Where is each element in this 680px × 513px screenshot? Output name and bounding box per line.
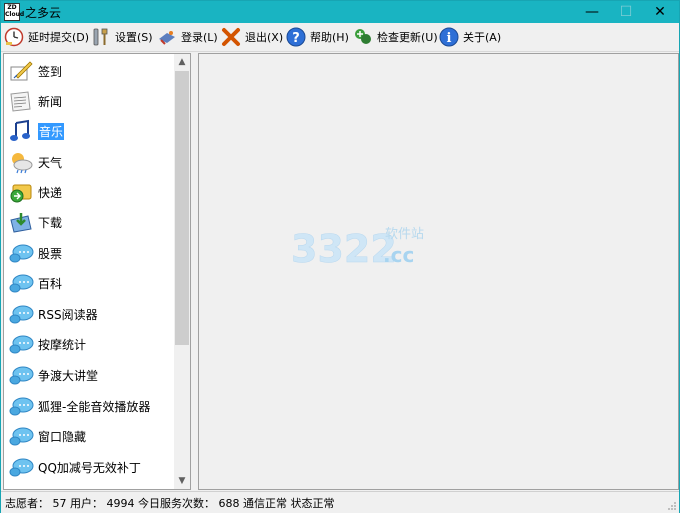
music-icon	[10, 119, 30, 141]
item-label: 窗口隐藏	[38, 429, 87, 444]
clock-icon	[4, 27, 24, 47]
delay-submit-button[interactable]: 延时提交(D)	[4, 26, 89, 48]
item-label: RSS阅读器	[38, 307, 98, 322]
plugin-icon	[9, 458, 34, 477]
plugin-icon	[9, 305, 34, 324]
list-item[interactable]: 快递	[8, 177, 62, 207]
plugin-icon	[9, 366, 34, 385]
news-icon	[10, 91, 31, 112]
svg-text:i: i	[447, 31, 452, 46]
update-icon	[355, 29, 371, 44]
info-icon: i	[439, 27, 459, 47]
plugin-icon	[9, 274, 34, 293]
watermark-logo: 3322 .cc 软件站	[291, 227, 424, 270]
app-window: ZD Cloud 之多云 — ☐ ✕ 延时提交(D) 设置(S) 登录(L) 退…	[0, 0, 680, 513]
item-label: 新闻	[38, 94, 63, 109]
item-label: 百科	[38, 276, 63, 291]
list-item[interactable]: 窗口隐藏	[8, 421, 86, 451]
list-item[interactable]: RSS阅读器	[8, 299, 98, 329]
list-item[interactable]: 争渡大讲堂	[8, 360, 98, 390]
delay-submit-label: 延时提交(D)	[28, 31, 90, 44]
item-label: 快递	[38, 185, 63, 200]
app-logo-line-2: Cloud	[5, 11, 25, 18]
about-label: 关于(A)	[463, 31, 502, 44]
toolbar: 延时提交(D) 设置(S) 登录(L) 退出(X) ? 帮助(H) 检查更新(U…	[1, 23, 679, 52]
list-item[interactable]: 按摩统计	[8, 329, 86, 359]
list-item[interactable]: 狐狸-全能音效播放器	[8, 391, 150, 421]
item-label: 股票	[38, 246, 63, 261]
login-label: 登录(L)	[181, 31, 218, 44]
plugin-icon	[9, 244, 34, 263]
about-button[interactable]: i 关于(A)	[439, 26, 501, 48]
item-label: 争渡大讲堂	[38, 368, 99, 383]
check-update-button[interactable]: 检查更新(U)	[353, 26, 438, 48]
list-item[interactable]: 新闻	[8, 86, 62, 116]
list-item[interactable]: 天气	[8, 147, 62, 177]
express-icon	[10, 184, 32, 203]
exit-label: 退出(X)	[245, 31, 284, 44]
exit-button[interactable]: 退出(X)	[221, 26, 283, 48]
help-icon: ?	[286, 27, 306, 47]
check-update-label: 检查更新(U)	[377, 31, 438, 44]
settings-label: 设置(S)	[115, 31, 153, 44]
help-label: 帮助(H)	[310, 31, 349, 44]
sidebar-scrollbar[interactable]: ▲ ▼	[174, 54, 190, 489]
list-item[interactable]: QQ加减号无效补丁	[8, 452, 141, 482]
plugin-icon	[9, 397, 34, 416]
maximize-button[interactable]: ☐	[609, 1, 643, 23]
sign-pen-icon	[10, 61, 33, 81]
minimize-button[interactable]: —	[575, 1, 609, 23]
settings-button[interactable]: 设置(S)	[91, 26, 153, 48]
list-item[interactable]: 股票	[8, 238, 62, 268]
watermark-number: 3322	[291, 227, 397, 270]
item-label: 天气	[38, 155, 63, 170]
status-bar: 志愿者： 57 用户： 4994 今日服务次数： 688 通信正常 状态正常	[1, 491, 679, 513]
login-button[interactable]: 登录(L)	[157, 26, 218, 48]
window-title: 之多云	[25, 6, 62, 20]
item-label: 狐狸-全能音效播放器	[38, 399, 151, 414]
wrench-icon	[93, 28, 108, 46]
watermark-site: 软件站	[385, 227, 424, 242]
svg-text:?: ?	[292, 31, 300, 46]
watermark-tld: .cc	[383, 243, 414, 267]
item-label: QQ加减号无效补丁	[38, 460, 141, 475]
content-panel: 3322 .cc 软件站	[198, 53, 679, 490]
app-logo-line-1: ZD	[7, 4, 17, 11]
login-icon	[159, 31, 175, 45]
item-label: 音乐	[38, 122, 65, 140]
scroll-up-button[interactable]: ▲	[174, 54, 190, 70]
item-label: 签到	[38, 64, 63, 79]
app-logo-icon: ZD Cloud	[4, 3, 25, 21]
list-item[interactable]: 下载	[8, 207, 62, 237]
title-bar[interactable]: ZD Cloud 之多云 — ☐ ✕	[1, 1, 679, 23]
weather-icon	[12, 153, 33, 174]
exit-x-icon	[222, 28, 240, 46]
list-item[interactable]: 音乐	[8, 116, 65, 146]
resize-grip-icon[interactable]	[667, 501, 677, 511]
plugin-list[interactable]: 签到 新闻 音乐 天气 快递 下载 股票 百科 RSS阅读器 按摩统计 争渡大讲…	[3, 53, 191, 490]
plugin-icon	[9, 427, 34, 446]
plugin-icon	[9, 335, 34, 354]
help-button[interactable]: ? 帮助(H)	[286, 26, 349, 48]
item-label: 下载	[38, 215, 63, 230]
scroll-down-button[interactable]: ▼	[174, 473, 190, 489]
list-item[interactable]: 百科	[8, 268, 62, 298]
status-text: 志愿者： 57 用户： 4994 今日服务次数： 688 通信正常 状态正常	[5, 497, 335, 510]
download-icon	[10, 213, 32, 233]
item-label: 按摩统计	[38, 337, 87, 352]
close-button[interactable]: ✕	[643, 1, 677, 23]
scroll-thumb[interactable]	[175, 71, 189, 345]
list-item[interactable]: 签到	[8, 56, 62, 86]
